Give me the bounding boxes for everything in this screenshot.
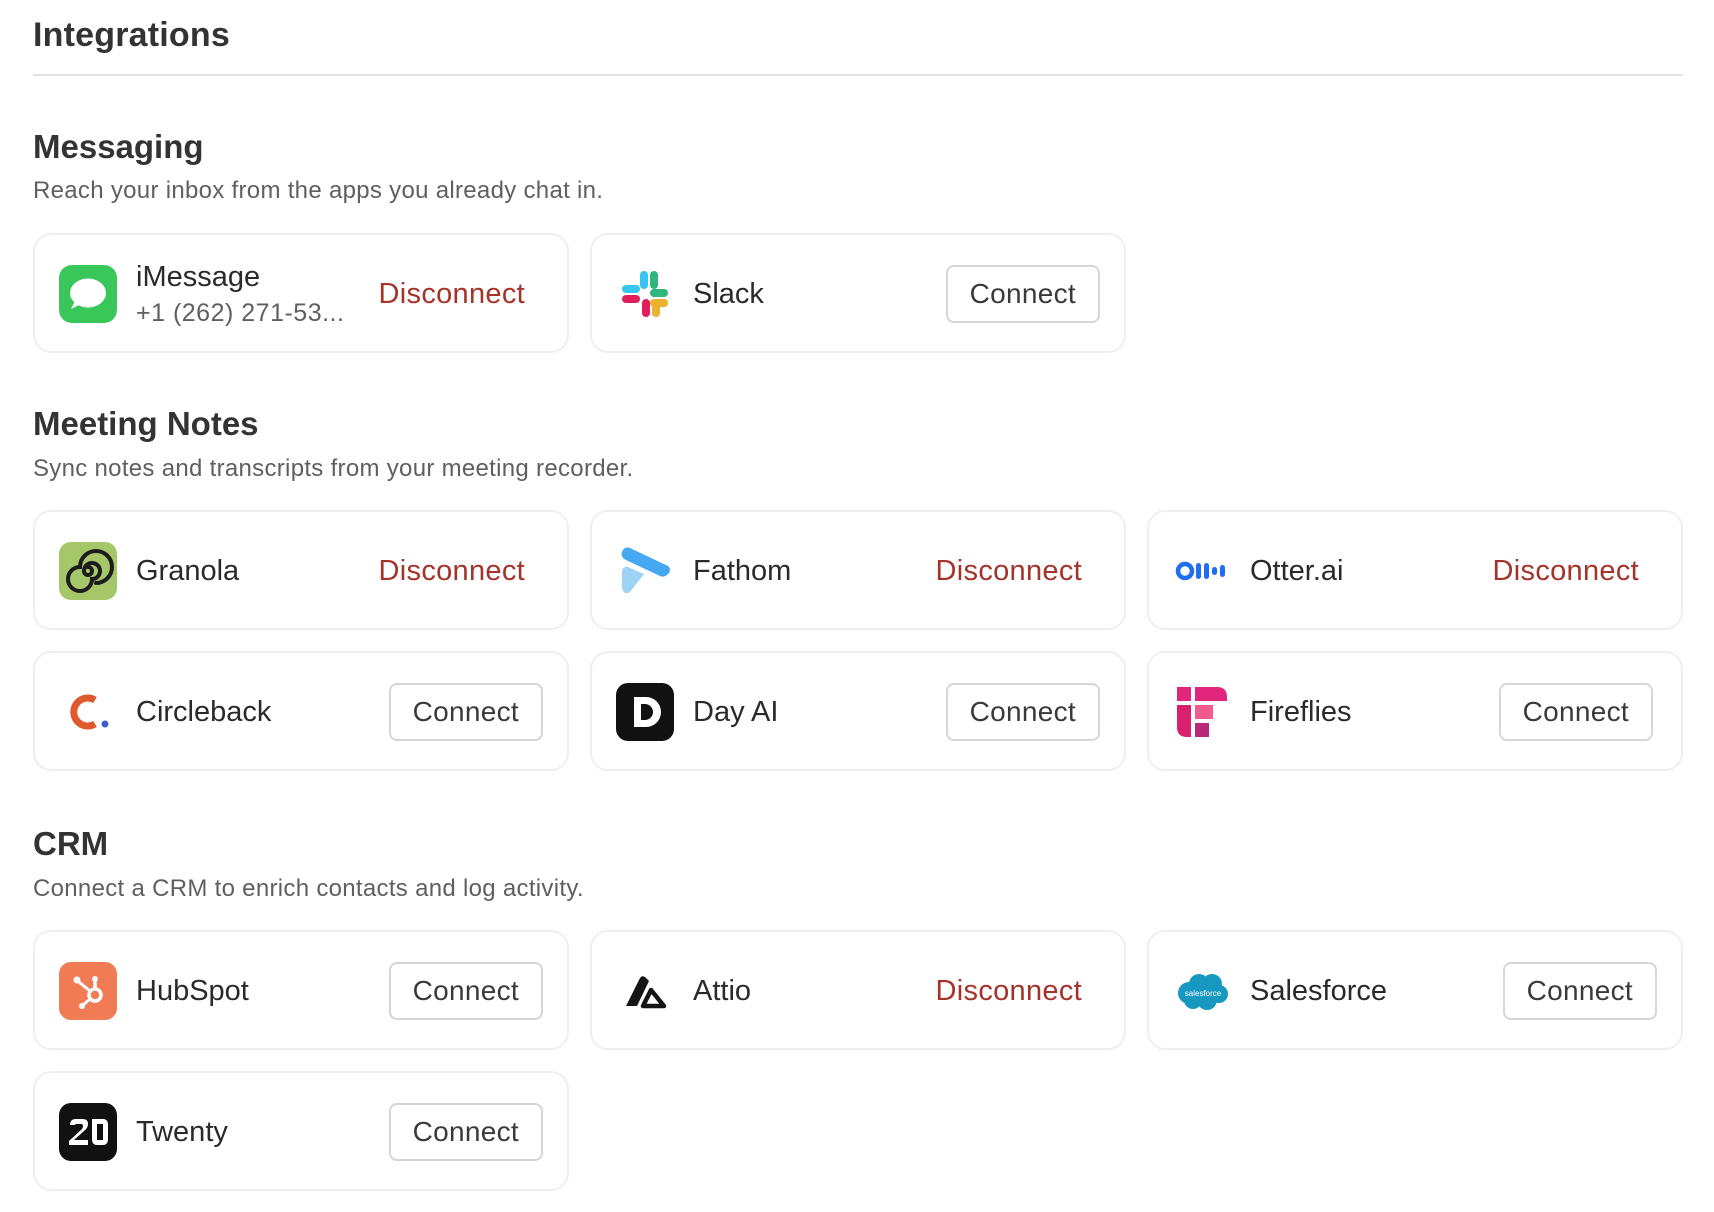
circleback-icon <box>59 683 117 741</box>
connect-button-day-ai[interactable]: Connect <box>945 683 1100 741</box>
integration-name: Twenty <box>136 1116 228 1148</box>
section-title-meeting-notes: Meeting Notes <box>33 405 259 442</box>
integration-card-fathom: Fathom Disconnect <box>590 510 1126 630</box>
integration-card-slack: Slack Connect <box>590 233 1126 353</box>
integration-name: Circleback <box>136 696 272 728</box>
integration-card-fireflies: Fireflies Connect <box>1147 651 1683 771</box>
attio-icon <box>616 962 674 1020</box>
integration-name: HubSpot <box>136 975 249 1007</box>
integration-card-salesforce: salesforce Salesforce Connect <box>1147 930 1683 1050</box>
integration-card-hubspot: HubSpot Connect <box>33 930 569 1050</box>
salesforce-logo-text: salesforce <box>1185 989 1222 998</box>
day-ai-icon <box>616 683 674 741</box>
integration-card-attio: Attio Disconnect <box>590 930 1126 1050</box>
imessage-icon <box>59 265 117 323</box>
fathom-icon <box>616 542 674 600</box>
integration-card-day-ai: Day AI Connect <box>590 651 1126 771</box>
disconnect-button-fathom[interactable]: Disconnect <box>932 542 1086 600</box>
integration-name: Day AI <box>693 696 779 728</box>
integration-name: iMessage <box>136 261 261 293</box>
connect-button-circleback[interactable]: Connect <box>388 683 543 741</box>
integration-name: Granola <box>136 555 240 587</box>
disconnect-button-otter[interactable]: Disconnect <box>1489 542 1643 600</box>
section-description-meeting-notes: Sync notes and transcripts from your mee… <box>33 455 634 482</box>
integration-card-imessage: iMessage +1 (262) 271-53... Disconnect <box>33 233 569 353</box>
disconnect-button-attio[interactable]: Disconnect <box>932 962 1086 1020</box>
integration-name: Slack <box>693 278 764 310</box>
disconnect-button-granola[interactable]: Disconnect <box>375 542 529 600</box>
fireflies-icon <box>1173 683 1231 741</box>
disconnect-button-imessage[interactable]: Disconnect <box>375 265 529 323</box>
section-title-messaging: Messaging <box>33 128 204 165</box>
integration-name: Attio <box>693 975 752 1007</box>
otter-icon <box>1173 542 1231 600</box>
integration-name: Fathom <box>693 555 792 587</box>
section-title-crm: CRM <box>33 825 109 862</box>
twenty-icon <box>59 1103 117 1161</box>
integration-name: Fireflies <box>1250 696 1352 728</box>
integration-name: Salesforce <box>1250 975 1388 1007</box>
page-title: Integrations <box>33 16 230 54</box>
integration-card-twenty: Twenty Connect <box>33 1071 569 1191</box>
integration-card-granola: Granola Disconnect <box>33 510 569 630</box>
section-description-crm: Connect a CRM to enrich contacts and log… <box>33 875 584 902</box>
connect-button-fireflies[interactable]: Connect <box>1498 683 1653 741</box>
integration-name: Otter.ai <box>1250 555 1344 587</box>
integration-card-circleback: Circleback Connect <box>33 651 569 771</box>
salesforce-icon: salesforce <box>1173 962 1231 1020</box>
connect-button-slack[interactable]: Connect <box>945 265 1100 323</box>
slack-icon <box>616 265 674 323</box>
connect-button-hubspot[interactable]: Connect <box>388 962 543 1020</box>
hubspot-icon <box>59 962 117 1020</box>
granola-icon <box>59 542 117 600</box>
connect-button-salesforce[interactable]: Connect <box>1502 962 1657 1020</box>
integration-card-otter: Otter.ai Disconnect <box>1147 510 1683 630</box>
title-divider <box>33 74 1683 76</box>
integration-phone-number: +1 (262) 271-53... <box>136 299 345 327</box>
section-description-messaging: Reach your inbox from the apps you alrea… <box>33 177 604 204</box>
connect-button-twenty[interactable]: Connect <box>388 1103 543 1161</box>
